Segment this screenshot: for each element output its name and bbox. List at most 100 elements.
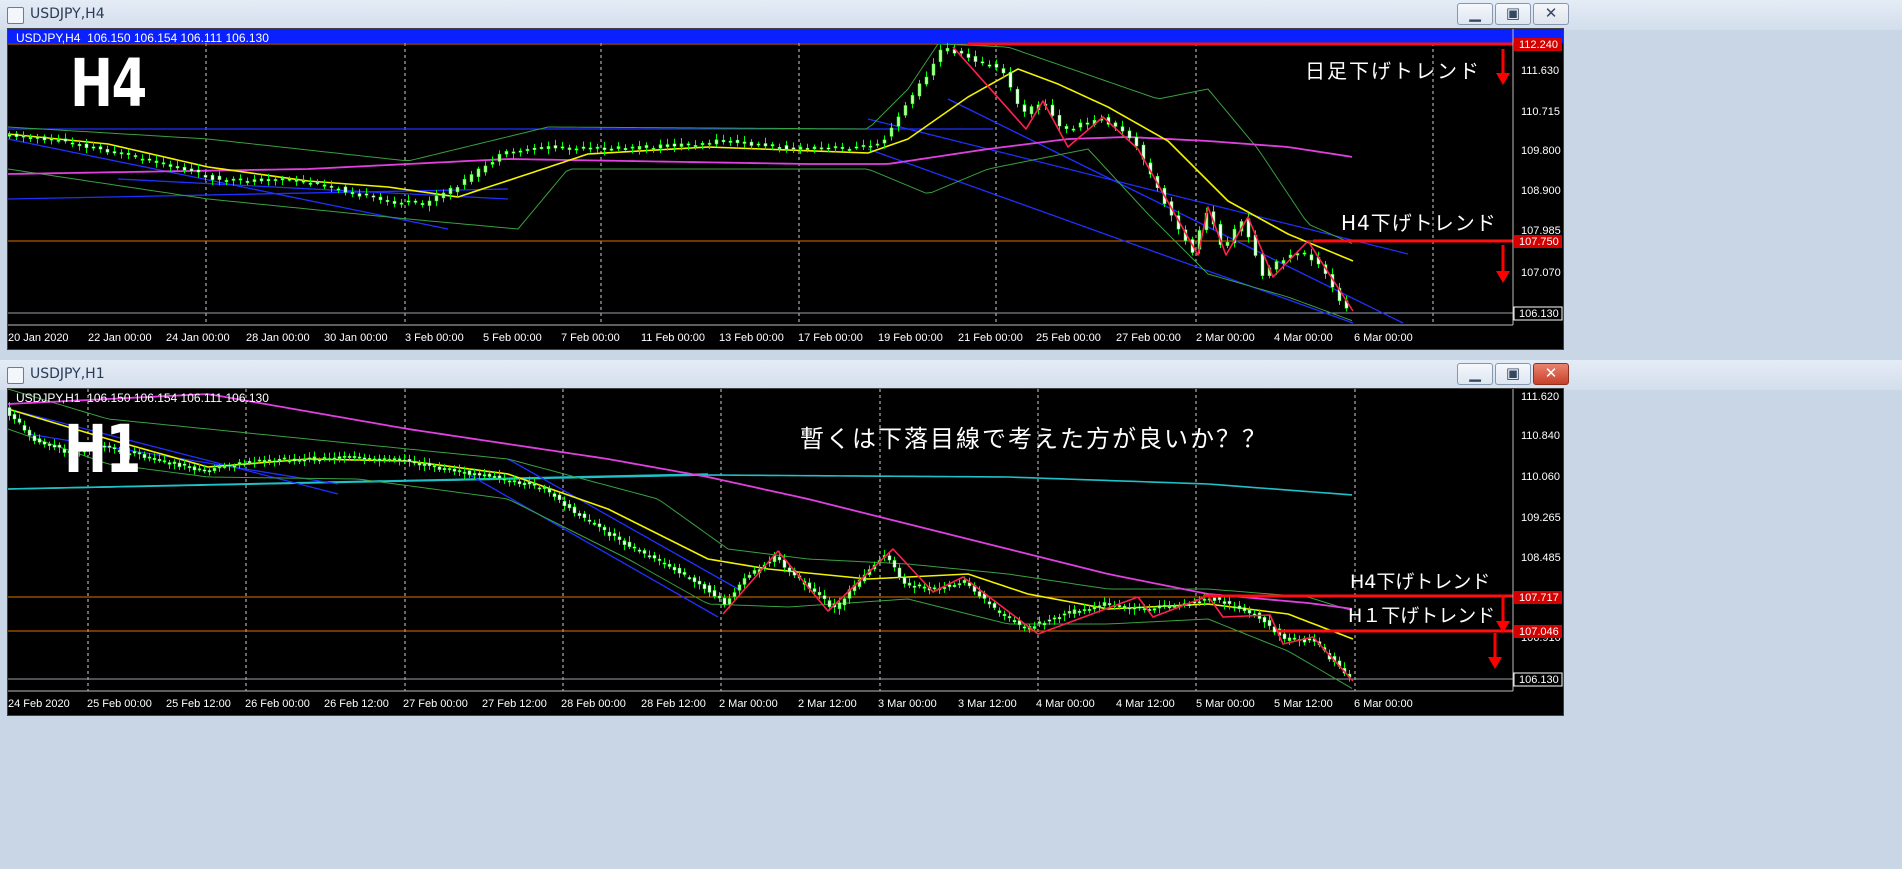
h4-titlebar[interactable]: USDJPY,H4 ▁ ▣ ✕ — [0, 0, 1902, 30]
candle — [1107, 603, 1112, 606]
candle — [387, 458, 392, 461]
candle — [700, 142, 705, 145]
h1-titlebar[interactable]: USDJPY,H1 ▁ ▣ ✕ — [0, 360, 1902, 390]
candle — [1309, 254, 1314, 261]
candle — [679, 143, 684, 147]
candle — [332, 457, 337, 460]
candle — [52, 444, 57, 448]
candle — [1127, 130, 1132, 139]
candle — [397, 458, 402, 462]
candle — [312, 456, 317, 461]
candle — [327, 458, 332, 461]
candle — [482, 474, 487, 477]
time-tick-label: 4 Mar 00:00 — [1036, 698, 1095, 710]
candle — [1202, 598, 1207, 601]
candle — [502, 478, 507, 481]
candle — [182, 463, 187, 466]
candle — [1222, 601, 1227, 604]
candle — [1307, 638, 1312, 641]
candle — [1071, 128, 1076, 131]
candle — [917, 83, 922, 97]
candle — [1001, 68, 1006, 74]
h4-daily-trend-annotation: 日足下げトレンド — [1305, 59, 1481, 83]
candle — [147, 456, 152, 459]
price-tick-label: 111.620 — [1521, 391, 1559, 403]
candle — [882, 139, 887, 144]
candle — [572, 506, 577, 514]
candle — [1077, 610, 1082, 613]
trend-channel-line — [8, 408, 339, 495]
candle — [406, 200, 411, 203]
candle — [697, 580, 702, 585]
candle — [168, 164, 173, 167]
candle — [1225, 241, 1230, 246]
candle — [602, 526, 607, 531]
candle — [477, 472, 482, 476]
candle — [647, 555, 652, 558]
candle — [581, 146, 586, 149]
candle — [217, 466, 222, 469]
candle — [812, 588, 817, 592]
candle — [452, 468, 457, 472]
candle — [133, 155, 138, 158]
candle — [1008, 71, 1013, 88]
candle — [574, 148, 579, 151]
candle — [297, 459, 302, 462]
candle — [692, 577, 697, 583]
candle — [651, 147, 656, 150]
candle — [157, 459, 162, 462]
candle — [702, 583, 707, 590]
time-tick-label: 28 Jan 00:00 — [246, 332, 310, 344]
candle — [632, 546, 637, 549]
candle — [1134, 136, 1139, 147]
candle — [402, 459, 407, 462]
time-tick-label: 2 Mar 00:00 — [1196, 332, 1255, 344]
down-arrow-head — [1496, 73, 1510, 85]
candle — [364, 193, 369, 196]
candle — [490, 161, 495, 165]
maximize-button[interactable]: ▣ — [1495, 3, 1531, 25]
candle — [597, 523, 602, 528]
candle — [1050, 104, 1055, 116]
h4-chart-area[interactable]: 111.630 110.715 109.800 108.900 107.985 107.0… — [7, 28, 1564, 350]
minimize-button[interactable]: ▁ — [1457, 3, 1493, 25]
candle — [980, 61, 985, 64]
candle — [917, 584, 922, 587]
h4-trend-annotation: H4下げトレンド — [1341, 211, 1497, 235]
candle — [412, 460, 417, 464]
candle — [868, 145, 873, 148]
candle — [1072, 609, 1077, 614]
minimize-button[interactable]: ▁ — [1457, 363, 1493, 385]
close-button[interactable]: ✕ — [1533, 3, 1569, 25]
candle — [266, 178, 271, 182]
candle — [1197, 601, 1202, 604]
candle — [242, 463, 247, 466]
candle — [542, 486, 547, 489]
time-tick-label: 19 Feb 00:00 — [878, 332, 943, 344]
maximize-button[interactable]: ▣ — [1495, 363, 1531, 385]
candle — [367, 458, 372, 461]
candle — [896, 116, 901, 127]
h1-window: USDJPY,H1 ▁ ▣ ✕ 111.620 110.840 110.060 109… — [0, 360, 1902, 869]
candle — [791, 147, 796, 150]
candle — [686, 143, 691, 146]
candle — [487, 473, 492, 477]
candle — [587, 519, 592, 522]
candle — [222, 465, 227, 468]
candle — [497, 475, 502, 479]
close-button[interactable]: ✕ — [1533, 363, 1569, 385]
candle — [187, 466, 192, 469]
candle — [847, 148, 852, 151]
candle — [14, 133, 19, 137]
candle — [1227, 600, 1232, 605]
candle — [784, 145, 789, 150]
candle — [413, 200, 418, 203]
h1-chart-area[interactable]: 111.620110.840110.060109.265108.485106.9… — [7, 388, 1564, 716]
candle — [735, 139, 740, 144]
candle — [742, 141, 747, 144]
candle — [462, 471, 467, 474]
candle — [833, 146, 838, 149]
candle — [728, 140, 733, 143]
trend-channel-line — [507, 458, 739, 590]
time-tick-label: 3 Mar 12:00 — [958, 698, 1017, 710]
